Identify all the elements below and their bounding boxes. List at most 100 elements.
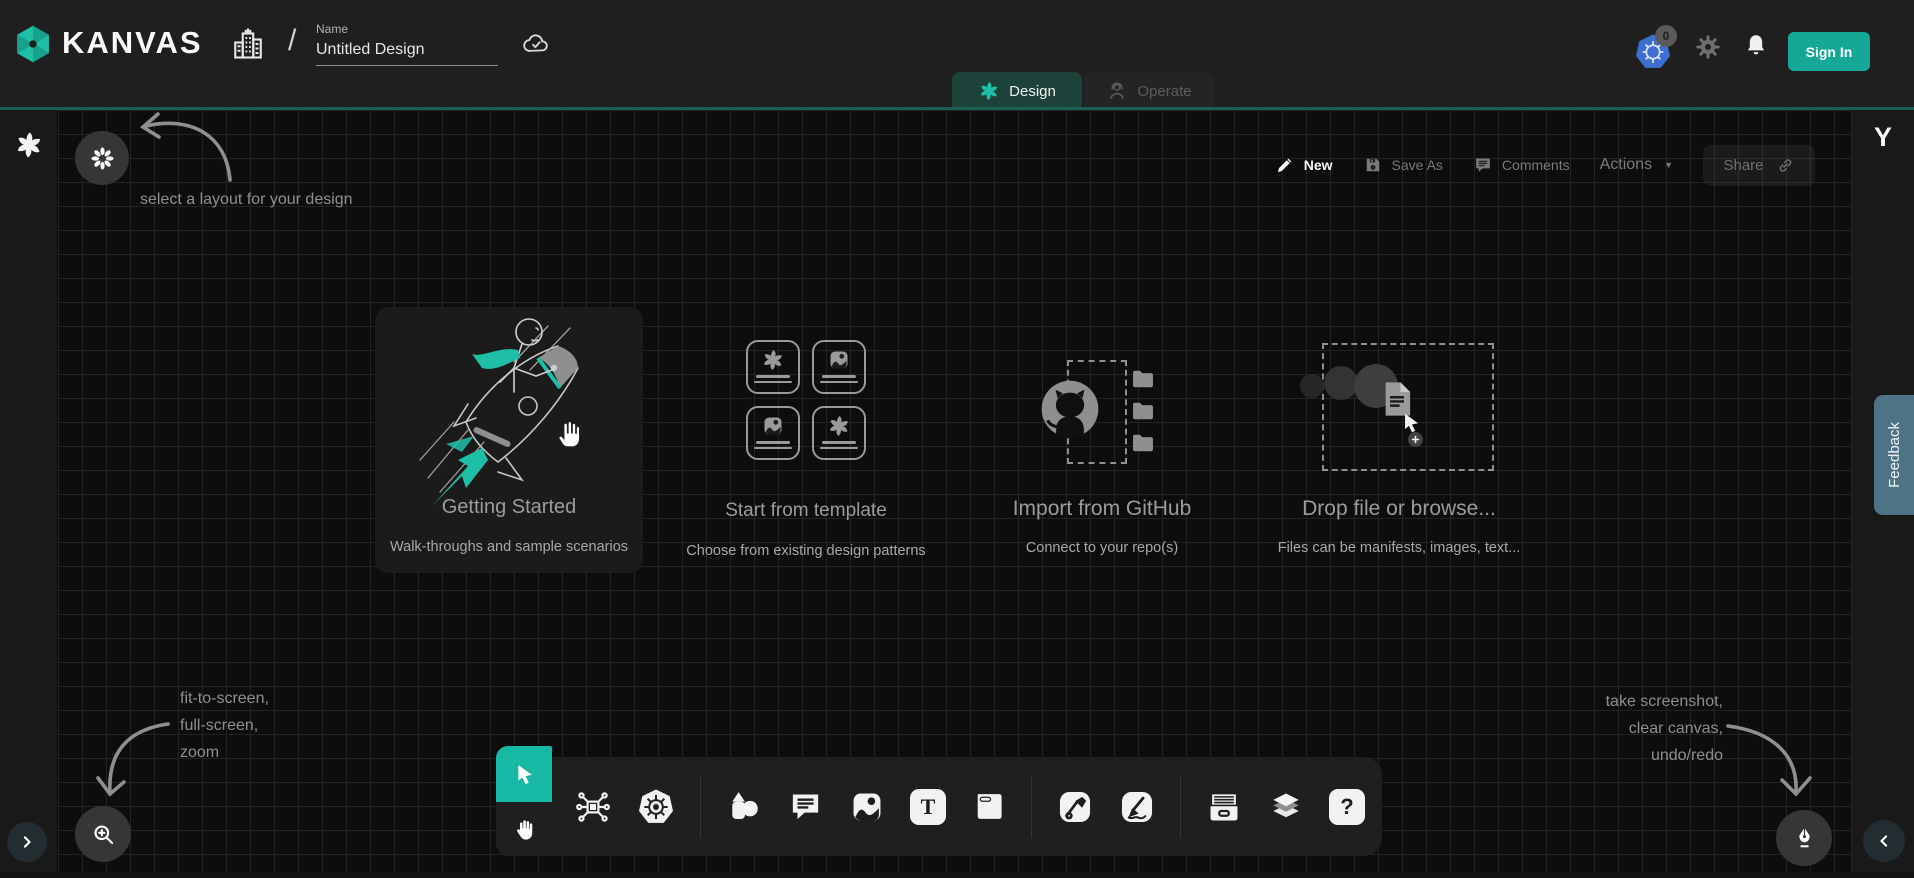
y-handle-icon[interactable]: Y — [1874, 122, 1892, 153]
comments-button[interactable]: Comments — [1473, 155, 1570, 175]
design-name-group: Name Untitled Design — [316, 22, 498, 66]
pencil-tool-button[interactable] — [1118, 788, 1156, 826]
expand-left-panel-button[interactable] — [7, 822, 47, 862]
bottom-strip — [0, 872, 1914, 878]
node-tool-button[interactable] — [574, 788, 612, 826]
kanvas-logo-icon — [12, 23, 54, 65]
toolbar-divider — [1031, 776, 1032, 838]
sign-in-button[interactable]: Sign In — [1788, 32, 1870, 71]
screenshot-hint-text: take screenshot, clear canvas, undo/redo — [1606, 688, 1723, 769]
kubernetes-tool-button[interactable] — [636, 787, 676, 827]
toolbar-divider — [1180, 776, 1181, 838]
help-glyph: ? — [1340, 794, 1353, 820]
pen-nib-icon — [1791, 825, 1818, 852]
kubernetes-credits-button[interactable]: 0 — [1633, 32, 1673, 72]
layout-hint-text: select a layout for your design — [140, 186, 353, 213]
drop-dot — [1324, 366, 1358, 400]
template-card[interactable] — [746, 340, 866, 460]
archive-tool-button[interactable] — [1205, 788, 1243, 826]
note-tool-button[interactable] — [970, 788, 1007, 825]
organization-icon[interactable] — [230, 26, 266, 62]
pencil-icon — [1275, 155, 1295, 175]
template-tile-image — [812, 340, 866, 394]
zoom-hint-text: fit-to-screen, full-screen, zoom — [180, 685, 269, 766]
text-tool-glyph: T — [921, 794, 936, 820]
chevron-right-icon — [17, 832, 37, 852]
design-tab-icon — [978, 80, 1000, 102]
screenshot-hint-arrow — [1716, 712, 1816, 804]
bell-icon[interactable] — [1742, 32, 1770, 60]
comment-icon — [1473, 155, 1493, 175]
feedback-tab[interactable]: Feedback — [1874, 395, 1914, 515]
drop-title[interactable]: Drop file or browse... — [1302, 497, 1496, 521]
save-as-button[interactable]: Save As — [1363, 155, 1443, 175]
pointer-tool-column — [496, 746, 552, 856]
github-octocat-icon[interactable] — [1036, 375, 1104, 443]
drop-subtitle: Files can be manifests, images, text... — [1278, 540, 1521, 556]
getting-started-title: Getting Started — [442, 496, 577, 519]
toolbar-divider — [700, 776, 701, 838]
zoom-in-icon — [90, 821, 117, 848]
template-tile-image — [746, 406, 800, 460]
floppy-icon — [1363, 155, 1383, 175]
layers-tool-button[interactable] — [1267, 788, 1305, 826]
link-icon — [1776, 156, 1795, 175]
design-name-input[interactable]: Untitled Design — [316, 41, 498, 66]
zoom-hint-line: zoom — [180, 739, 269, 766]
screenshot-hint-line: clear canvas, — [1606, 715, 1723, 742]
template-tile-pinwheel — [812, 406, 866, 460]
breadcrumb-separator: / — [288, 24, 296, 58]
layout-flower-icon — [89, 145, 116, 172]
zoom-hint-line: fit-to-screen, — [180, 685, 269, 712]
text-tool-button[interactable]: T — [910, 789, 946, 825]
image-tool-button[interactable] — [848, 788, 886, 826]
screenshot-hint-line: undo/redo — [1606, 742, 1723, 769]
layout-selector-button[interactable] — [75, 131, 129, 185]
template-title: Start from template — [725, 500, 887, 522]
zoom-hint-line: full-screen, — [180, 712, 269, 739]
canvas-action-bar: New Save As Comments Actions ▼ Share — [1275, 144, 1815, 186]
pan-tool-button[interactable] — [496, 802, 552, 856]
select-tool-button[interactable] — [496, 746, 552, 802]
share-button[interactable]: Share — [1703, 145, 1815, 186]
hand-cursor-icon — [552, 416, 588, 452]
layout-hint-arrow — [128, 100, 248, 192]
folder-icon — [1128, 398, 1158, 424]
credits-badge: 0 — [1655, 25, 1677, 47]
shapes-tool-button[interactable] — [725, 788, 763, 826]
cloud-sync-icon — [518, 29, 554, 59]
plus-badge — [1408, 432, 1423, 447]
actions-dropdown[interactable]: Actions ▼ — [1600, 156, 1673, 174]
left-rail — [0, 110, 58, 878]
share-label: Share — [1723, 157, 1763, 174]
template-tile-pinwheel — [746, 340, 800, 394]
zoom-controls-button[interactable] — [75, 806, 131, 862]
kanvas-app: KANVAS / Name Untitled Design 0 Sign In … — [0, 0, 1914, 878]
design-tab-label: Design — [1009, 83, 1056, 100]
operate-tab-icon — [1106, 80, 1128, 102]
left-rail-spinner-icon[interactable] — [14, 130, 44, 160]
folder-icon — [1128, 366, 1158, 392]
github-subtitle: Connect to your repo(s) — [1026, 540, 1178, 556]
comment-tool-button[interactable] — [787, 788, 824, 825]
comments-label: Comments — [1502, 157, 1570, 173]
zoom-hint-arrow — [92, 712, 184, 804]
gear-icon[interactable] — [1694, 33, 1722, 61]
pen-tool-button[interactable] — [1056, 788, 1094, 826]
tab-design[interactable]: Design — [952, 72, 1082, 110]
tab-operate[interactable]: Operate — [1084, 72, 1214, 110]
feedback-label: Feedback — [1886, 422, 1903, 488]
bottom-toolbar: T ? — [552, 757, 1382, 856]
new-button[interactable]: New — [1275, 155, 1333, 175]
new-label: New — [1304, 157, 1333, 173]
collapse-right-panel-button[interactable] — [1863, 820, 1905, 862]
name-label: Name — [316, 22, 498, 36]
drop-dot — [1300, 374, 1324, 398]
rocket-illustration — [410, 310, 625, 510]
canvas-tools-button[interactable] — [1776, 810, 1832, 866]
chevron-left-icon — [1874, 831, 1894, 851]
help-tool-button[interactable]: ? — [1329, 789, 1365, 825]
getting-started-subtitle: Walk-throughs and sample scenarios — [390, 539, 628, 555]
template-subtitle: Choose from existing design patterns — [686, 543, 925, 559]
github-title[interactable]: Import from GitHub — [1013, 497, 1192, 521]
